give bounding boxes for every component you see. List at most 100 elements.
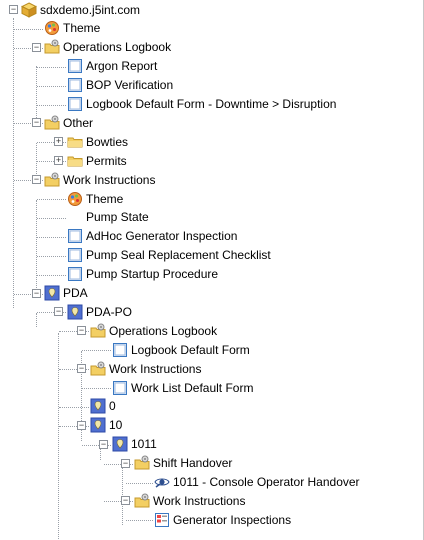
tree-view: − sdxdemo.j5int.com Theme − Operations Logbo…	[0, 0, 424, 540]
folder-gear-icon	[134, 493, 150, 509]
handover-eye-icon	[154, 474, 170, 490]
tree-node-label: 1011	[131, 437, 157, 452]
pda-location-icon	[67, 304, 83, 320]
tree-node[interactable]: Argon Report	[67, 57, 157, 76]
tree-node-label: Logbook Default Form	[131, 342, 250, 357]
tree-node[interactable]: PDA	[44, 284, 88, 303]
tree-node[interactable]: BOP Verification	[67, 76, 173, 95]
tree-node[interactable]: AdHoc Generator Inspection	[67, 227, 237, 246]
tree-node[interactable]: Work Instructions	[44, 170, 155, 189]
tree-node[interactable]: Work Instructions	[134, 491, 245, 510]
expand-toggle[interactable]: +	[54, 156, 63, 166]
folder-gear-icon	[44, 172, 60, 188]
collapse-toggle[interactable]: −	[32, 42, 41, 52]
tree-node[interactable]: Generator Inspections	[154, 510, 291, 529]
tree-node-label: Shift Handover	[153, 456, 233, 471]
tree-node[interactable]: Pump Seal Replacement Checklist	[67, 246, 271, 265]
tree-node[interactable]: Logbook Default Form - Downtime > Disrup…	[67, 95, 336, 114]
tree-connector	[82, 388, 111, 389]
tree-node-label: Operations Logbook	[63, 40, 172, 55]
tree-node[interactable]: 0	[90, 397, 116, 416]
tree-node[interactable]: PDA-PO	[67, 302, 132, 321]
checklist-form-icon	[154, 512, 170, 528]
tree-node-label: Logbook Default Form - Downtime > Disrup…	[86, 97, 337, 111]
tree-node-label: 0	[109, 399, 116, 414]
tree-node[interactable]: Work List Default Form	[112, 378, 253, 397]
form-icon	[67, 58, 83, 74]
tree-node-label: Generator Inspections	[173, 512, 292, 527]
tree-connector	[37, 255, 66, 257]
tree-node-label: PDA-PO	[86, 304, 133, 319]
tree-node-label: Work List Default Form	[131, 380, 254, 395]
pda-location-icon	[44, 285, 60, 301]
tree-connector	[126, 520, 153, 522]
tree-node-label: Work Instructions	[109, 361, 202, 376]
tree-node-label: Other	[63, 115, 94, 130]
tree-node-label: 10	[109, 418, 123, 433]
tree-connector	[37, 217, 66, 219]
tree-node[interactable]: Shift Handover	[134, 454, 232, 473]
tree-connector	[36, 313, 37, 327]
tree-node[interactable]: Logbook Default Form	[112, 340, 250, 359]
folder-gear-icon	[44, 115, 60, 131]
tree-connector	[36, 143, 37, 176]
collapse-toggle[interactable]: −	[32, 118, 41, 128]
collapse-toggle[interactable]: −	[121, 458, 130, 468]
tree-connector	[37, 236, 66, 238]
collapse-toggle[interactable]: −	[9, 5, 18, 14]
form-icon	[112, 380, 128, 396]
tree-node[interactable]: Other	[44, 113, 93, 132]
pda-location-icon	[90, 398, 106, 414]
pda-location-icon	[112, 436, 128, 452]
collapse-toggle[interactable]: −	[54, 307, 63, 317]
collapse-toggle[interactable]: −	[77, 420, 86, 430]
tree-node[interactable]: 10	[90, 416, 122, 435]
tree-node-label: 1011 - Console Operator Handover	[173, 475, 360, 489]
collapse-toggle[interactable]: −	[121, 496, 130, 506]
tree-node-label: Pump State	[86, 210, 149, 225]
blank-form-icon	[67, 209, 83, 225]
form-icon	[67, 266, 83, 282]
server-cube-icon	[20, 1, 38, 18]
tree-node-label: Bowties	[86, 134, 129, 149]
tree-node[interactable]: Theme	[67, 189, 123, 208]
folder-gear-icon	[134, 455, 150, 471]
tree-connector	[13, 18, 14, 308]
expand-toggle[interactable]: +	[54, 137, 63, 147]
tree-node-label: Argon Report	[86, 59, 158, 74]
folder-gear-icon	[90, 323, 106, 339]
tree-node-label: Pump Startup Procedure	[86, 267, 219, 282]
collapse-toggle[interactable]: −	[99, 439, 108, 449]
tree-connector	[37, 66, 66, 68]
tree-node-label: sdxdemo.j5int.com	[40, 2, 141, 17]
pda-location-icon	[90, 417, 106, 433]
tree-node[interactable]: Work Instructions	[90, 359, 201, 378]
collapse-toggle[interactable]: −	[32, 288, 41, 298]
collapse-toggle[interactable]: −	[32, 175, 41, 185]
tree-node[interactable]: sdxdemo.j5int.com	[20, 0, 141, 19]
tree-node[interactable]: Pump State	[67, 208, 149, 227]
tree-node[interactable]: Permits	[67, 151, 127, 170]
tree-connector	[59, 406, 89, 408]
tree-node-label: Theme	[86, 191, 124, 206]
tree-node[interactable]: Pump Startup Procedure	[67, 265, 218, 284]
tree-node-label: Operations Logbook	[109, 323, 218, 338]
form-icon	[67, 77, 83, 93]
tree-node[interactable]: 1011	[112, 435, 157, 454]
tree-node[interactable]: Theme	[44, 19, 100, 38]
collapse-toggle[interactable]: −	[77, 364, 86, 374]
folder-gear-icon	[44, 39, 60, 55]
theme-palette-icon	[67, 191, 83, 207]
tree-connector	[58, 333, 59, 540]
tree-node[interactable]: Operations Logbook	[90, 321, 217, 340]
tree-node-label: Work Instructions	[153, 493, 246, 508]
tree-connector	[37, 274, 66, 276]
tree-node[interactable]: Operations Logbook	[44, 38, 171, 57]
collapse-toggle[interactable]: −	[77, 326, 86, 336]
tree-connector	[37, 199, 66, 200]
tree-node-label: Permits	[86, 153, 127, 168]
tree-node[interactable]: Bowties	[67, 132, 128, 151]
tree-connector	[36, 200, 37, 290]
tree-connector	[36, 66, 37, 118]
tree-node[interactable]: 1011 - Console Operator Handover	[154, 473, 360, 492]
